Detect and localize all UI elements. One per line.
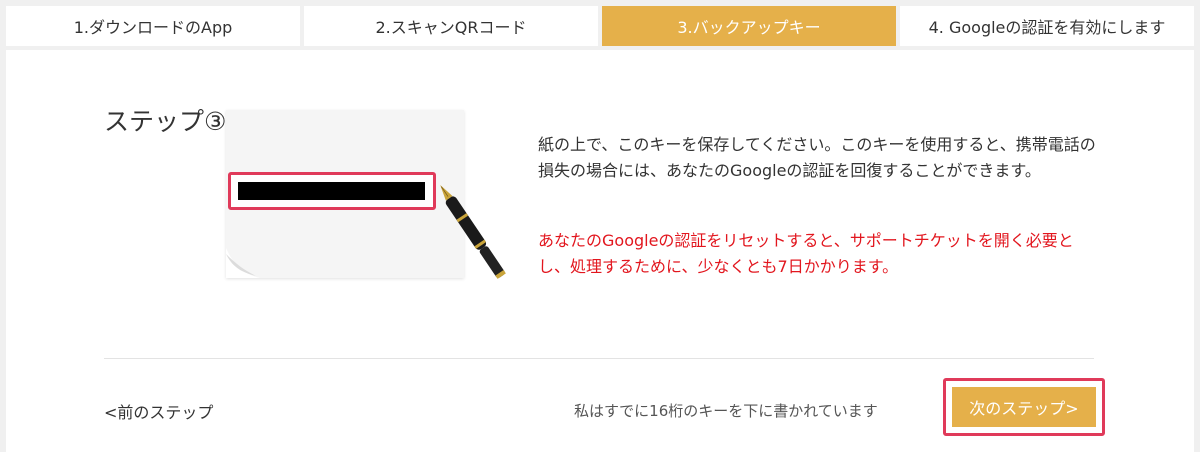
previous-step-link[interactable]: <前のステップ [104, 399, 213, 423]
reset-warning-text: あなたのGoogleの認証をリセットすると、サポートチケットを開く必要とし、処理… [538, 231, 1074, 276]
next-step-button[interactable]: 次のステップ> [952, 387, 1096, 427]
tab-download-app[interactable]: 1.ダウンロードのApp [6, 6, 300, 46]
key-written-confirmation: 私はすでに16桁のキーを下に書かれています [574, 402, 878, 420]
step-title: ステップ③ [104, 107, 227, 136]
paper-curl-icon [226, 248, 260, 278]
step-panel: ステップ③ 紙の上で、このキーを保存してください。このキーを使用すると、携帯電話… [6, 50, 1194, 452]
tab-backup-key[interactable]: 3.バックアップキー [602, 6, 896, 46]
tab-scan-qr-code[interactable]: 2.スキャンQRコード [304, 6, 598, 46]
backup-instruction-text: 紙の上で、このキーを保存してください。このキーを使用すると、携帯電話の損失の場合… [538, 135, 1096, 180]
backup-key-highlight [228, 172, 436, 210]
fountain-pen-icon [440, 184, 506, 279]
tab-enable-google-auth[interactable]: 4. Googleの認証を有効にします [900, 6, 1194, 46]
step-tabs: 1.ダウンロードのApp 2.スキャンQRコード 3.バックアップキー 4. G… [6, 6, 1194, 46]
section-divider [104, 358, 1094, 359]
backup-key-redacted [238, 182, 425, 200]
next-step-highlight: 次のステップ> [943, 378, 1105, 436]
